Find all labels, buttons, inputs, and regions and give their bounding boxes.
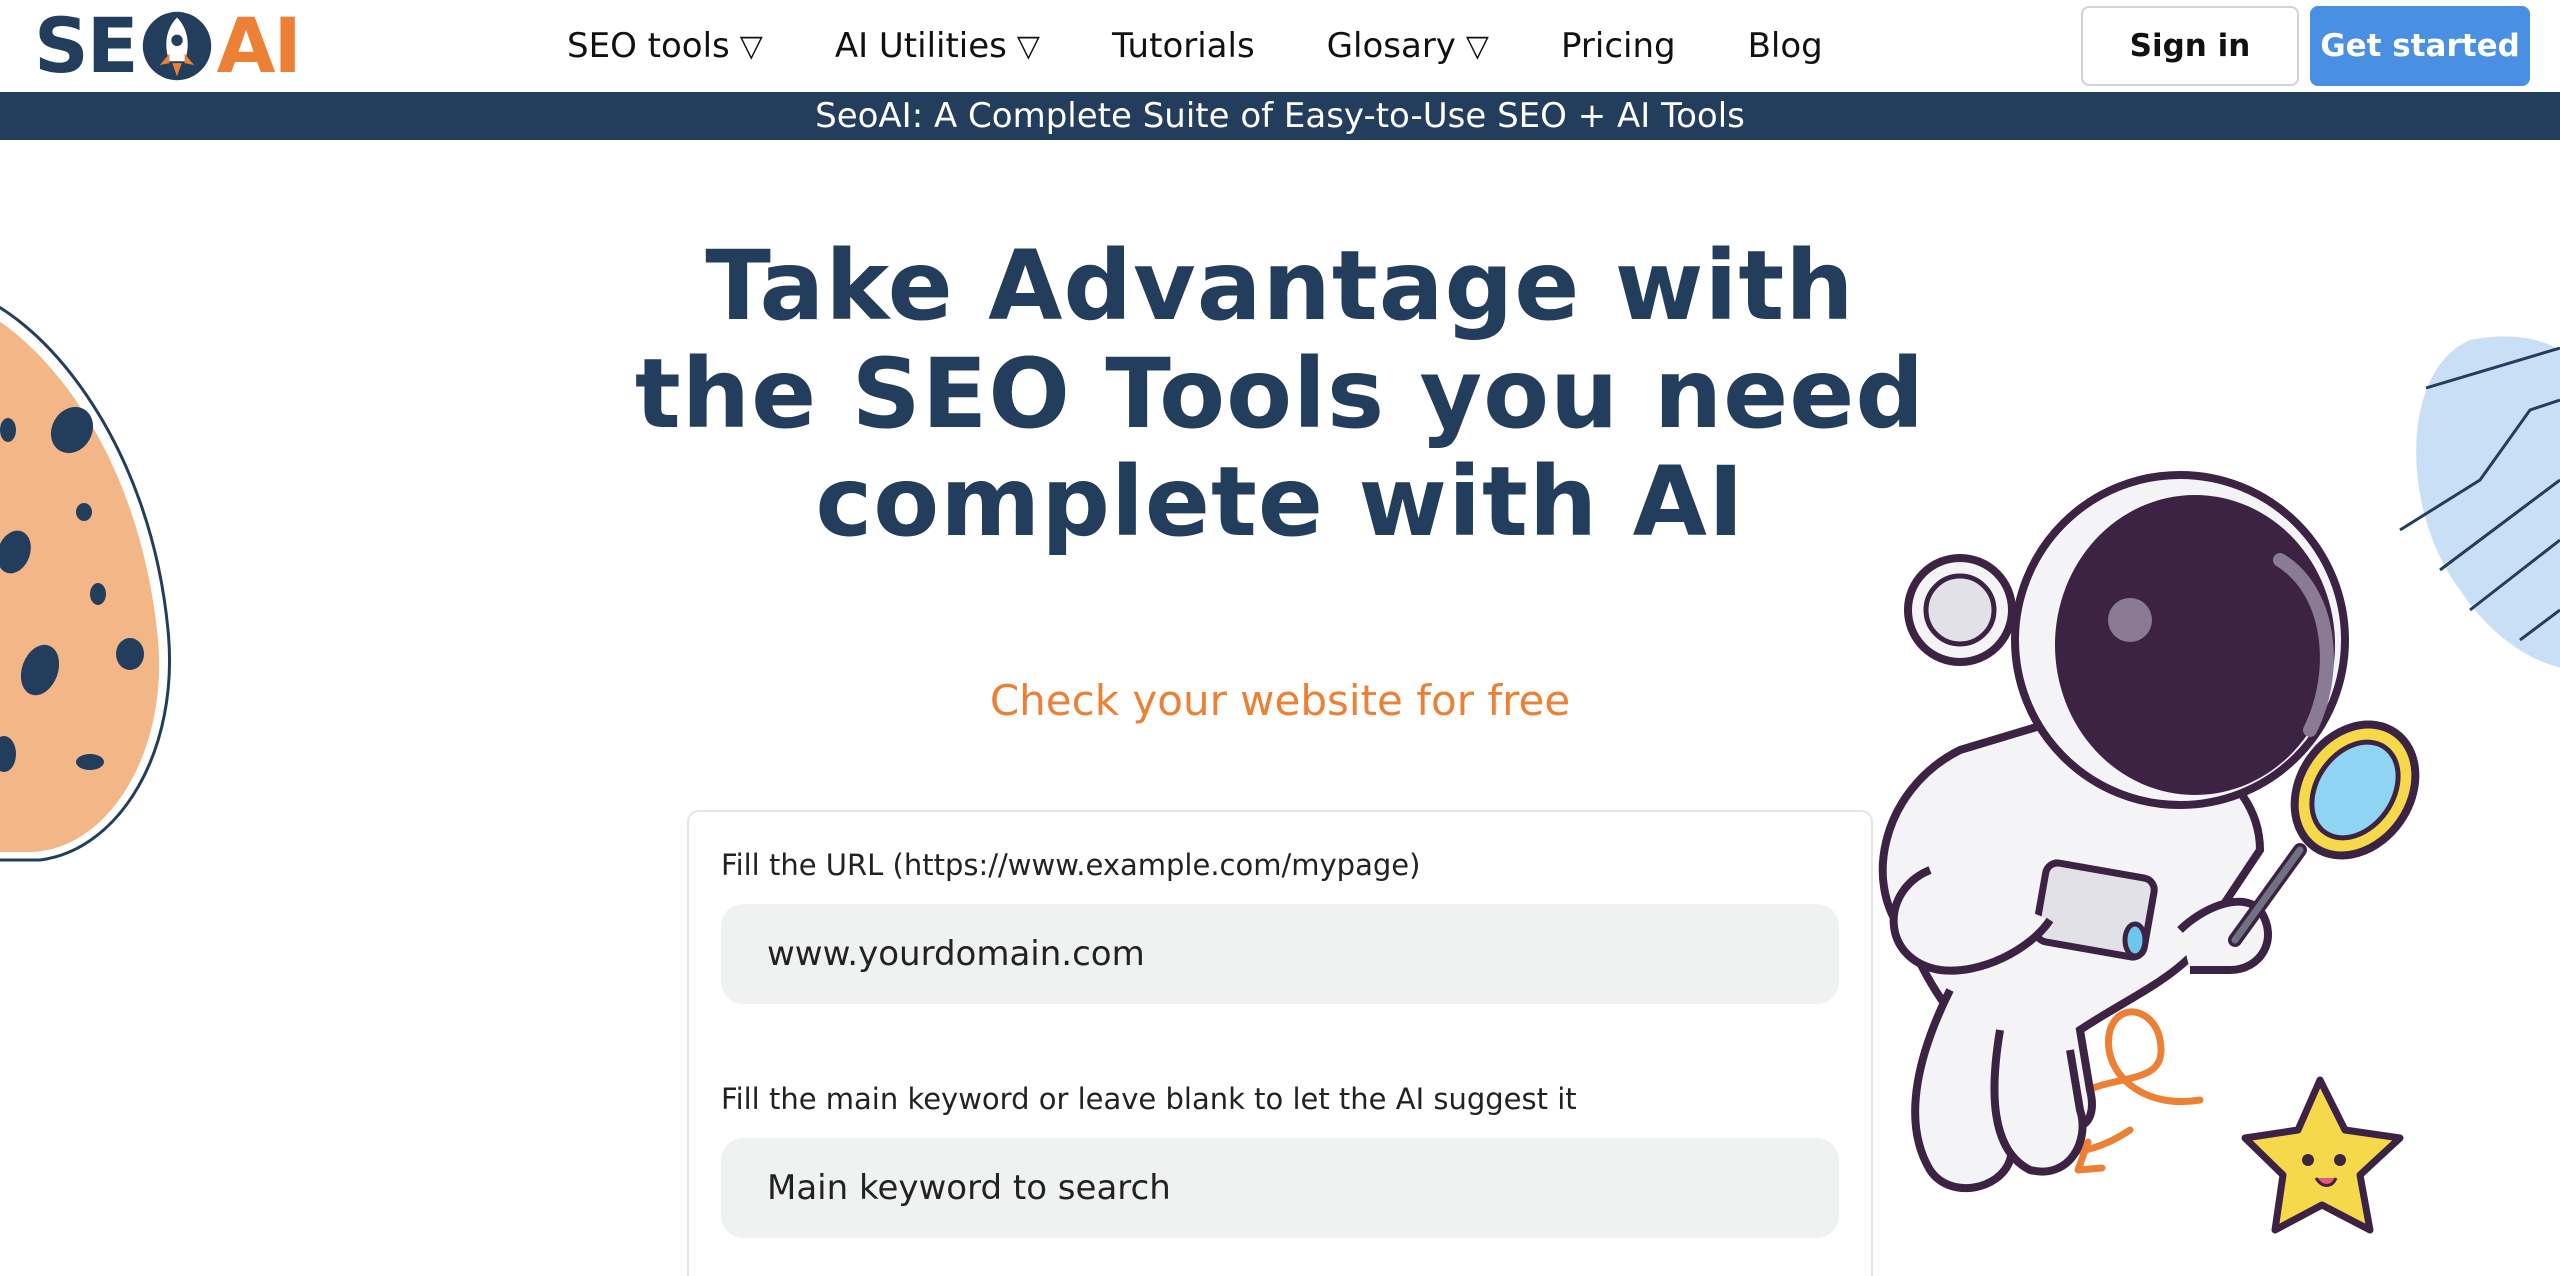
- logo-text-se: SE: [34, 1, 139, 90]
- seo-check-form: Fill the URL (https://www.example.com/my…: [687, 810, 1873, 1276]
- check-website-cta-text: Check your website for free: [989, 676, 1571, 725]
- main-nav: SEO tools ▽ AI Utilities ▽ Tutorials Glo…: [567, 0, 1823, 92]
- seoai-logo[interactable]: SE AI: [34, 1, 302, 90]
- headline-line-3: complete with AI: [815, 446, 1745, 558]
- nav-item-label: SEO tools: [567, 26, 730, 66]
- nav-item-label: Glosary: [1326, 26, 1456, 66]
- orange-blob-illustration: [0, 306, 171, 862]
- get-started-button[interactable]: Get started: [2310, 6, 2530, 86]
- nav-item-label: AI Utilities: [834, 26, 1007, 66]
- dropdown-triangle-icon: ▽: [1465, 28, 1489, 64]
- url-field-label: Fill the URL (https://www.example.com/my…: [721, 848, 1421, 882]
- headline-line-1: Take Advantage with: [705, 230, 1855, 342]
- logo-text-ai: AI: [216, 1, 302, 90]
- announcement-banner: SeoAI: A Complete Suite of Easy-to-Use S…: [0, 92, 2560, 140]
- dropdown-triangle-icon: ▽: [1016, 28, 1040, 64]
- astronaut-illustration: [1878, 471, 2420, 1234]
- nav-item-label: Pricing: [1561, 26, 1676, 66]
- banner-text: SeoAI: A Complete Suite of Easy-to-Use S…: [815, 96, 1745, 136]
- hero-headline: Take Advantage with the SEO Tools you ne…: [580, 232, 1980, 556]
- nav-item-tutorials[interactable]: Tutorials: [1112, 26, 1255, 66]
- keyword-input[interactable]: [721, 1138, 1839, 1238]
- rocket-icon: [142, 11, 211, 81]
- nav-item-pricing[interactable]: Pricing: [1561, 26, 1676, 66]
- nav-item-blog[interactable]: Blog: [1748, 26, 1823, 66]
- nav-item-seo-tools[interactable]: SEO tools ▽: [567, 26, 763, 66]
- nav-item-label: Blog: [1747, 26, 1823, 66]
- page: SE AI SEO tools ▽ AI Utilities ▽ Tutoria: [0, 0, 2560, 1276]
- site-header: SE AI SEO tools ▽ AI Utilities ▽ Tutoria: [0, 0, 2560, 92]
- dropdown-triangle-icon: ▽: [739, 28, 763, 64]
- sign-in-button[interactable]: Sign in: [2081, 6, 2299, 86]
- headline-line-2: the SEO Tools you need: [634, 338, 1926, 450]
- url-input[interactable]: [721, 904, 1839, 1004]
- nav-item-glosary[interactable]: Glosary ▽: [1327, 26, 1489, 66]
- keyword-field-label: Fill the main keyword or leave blank to …: [721, 1082, 1577, 1116]
- nav-item-ai-utilities[interactable]: AI Utilities ▽: [835, 26, 1040, 66]
- nav-item-label: Tutorials: [1111, 26, 1255, 66]
